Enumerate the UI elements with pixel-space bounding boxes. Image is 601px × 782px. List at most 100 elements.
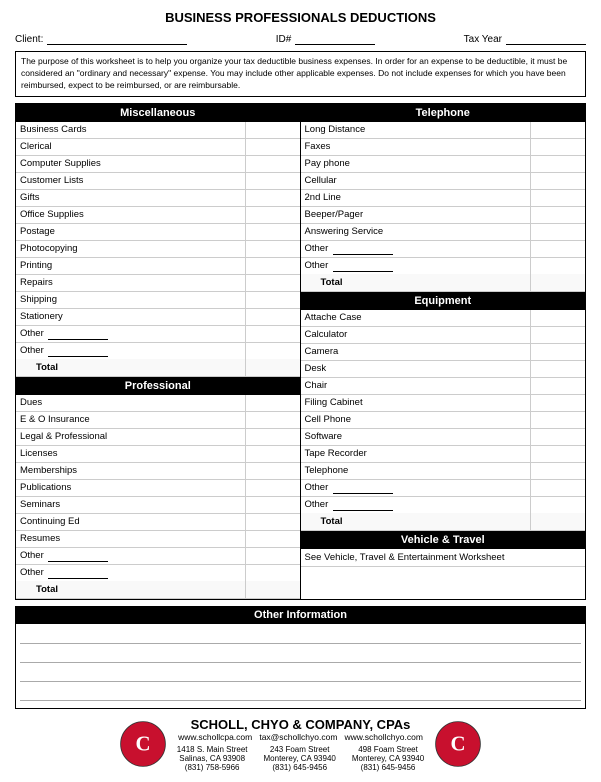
item-value[interactable]	[245, 480, 300, 496]
item-label: Other	[301, 498, 531, 512]
list-item: Stationery	[16, 309, 300, 326]
logo-left: C	[119, 720, 167, 768]
prof-total-value[interactable]	[245, 581, 300, 598]
item-value[interactable]	[245, 531, 300, 547]
item-value[interactable]	[245, 514, 300, 530]
item-value[interactable]	[530, 344, 585, 360]
item-label: Software	[301, 430, 531, 443]
item-value[interactable]	[245, 343, 300, 359]
item-value[interactable]	[530, 327, 585, 343]
other-info-line-1[interactable]	[20, 628, 581, 644]
item-label: Answering Service	[301, 225, 531, 238]
item-value[interactable]	[530, 463, 585, 479]
item-label: Seminars	[16, 498, 245, 511]
item-value[interactable]	[530, 156, 585, 172]
item-value[interactable]	[530, 395, 585, 411]
other-info-lines	[16, 624, 585, 708]
item-value[interactable]	[245, 224, 300, 240]
item-value[interactable]	[245, 156, 300, 172]
other-info-line-3[interactable]	[20, 666, 581, 682]
item-value[interactable]	[245, 258, 300, 274]
item-value[interactable]	[245, 173, 300, 189]
item-label: 2nd Line	[301, 191, 531, 204]
list-item: Dues	[16, 395, 300, 412]
id-value[interactable]	[295, 33, 375, 45]
item-value[interactable]	[530, 480, 585, 496]
item-value[interactable]	[530, 412, 585, 428]
list-item: Beeper/Pager	[301, 207, 586, 224]
item-value[interactable]	[245, 395, 300, 411]
miscellaneous-header: Miscellaneous	[16, 104, 300, 122]
footer-website1: www.schollcpa.com	[178, 732, 252, 742]
other-info-line-2[interactable]	[20, 647, 581, 663]
item-value[interactable]	[530, 361, 585, 377]
item-value[interactable]	[530, 173, 585, 189]
footer-address: 498 Foam StreetMonterey, CA 93940(831) 6…	[352, 745, 424, 772]
equip-total-value[interactable]	[530, 513, 585, 530]
list-item: Camera	[301, 344, 586, 361]
item-value[interactable]	[245, 241, 300, 257]
list-item: 2nd Line	[301, 190, 586, 207]
item-value[interactable]	[245, 429, 300, 445]
item-value[interactable]	[245, 497, 300, 513]
item-value[interactable]	[245, 292, 300, 308]
telephone-header: Telephone	[301, 104, 586, 122]
right-column: Telephone Long DistanceFaxesPay phoneCel…	[301, 104, 586, 599]
item-label: Other	[16, 327, 245, 341]
list-item: Repairs	[16, 275, 300, 292]
item-value[interactable]	[530, 190, 585, 206]
list-item: Other	[16, 326, 300, 343]
logo-right: C	[434, 720, 482, 768]
footer: C SCHOLL, CHYO & COMPANY, CPAs www.schol…	[15, 717, 586, 772]
item-value[interactable]	[530, 258, 585, 274]
item-label: Publications	[16, 481, 245, 494]
list-item: Gifts	[16, 190, 300, 207]
misc-total-value[interactable]	[245, 359, 300, 376]
vehicle-note: See Vehicle, Travel & Entertainment Work…	[301, 549, 586, 567]
item-value[interactable]	[530, 139, 585, 155]
item-value[interactable]	[530, 224, 585, 240]
item-value[interactable]	[530, 378, 585, 394]
item-value[interactable]	[530, 497, 585, 513]
list-item: Other	[301, 480, 586, 497]
footer-websites: www.schollcpa.com tax@schollchyo.com www…	[177, 732, 424, 742]
item-value[interactable]	[530, 429, 585, 445]
addr-phone: (831) 645-9456	[264, 763, 336, 772]
client-field: Client:	[15, 33, 187, 45]
client-value[interactable]	[47, 33, 187, 45]
list-item: Other	[301, 497, 586, 513]
list-item: Faxes	[301, 139, 586, 156]
tel-total-value[interactable]	[530, 274, 585, 291]
item-value[interactable]	[245, 207, 300, 223]
item-value[interactable]	[530, 122, 585, 138]
item-value[interactable]	[530, 446, 585, 462]
list-item: Licenses	[16, 446, 300, 463]
list-item: Pay phone	[301, 156, 586, 173]
item-label: Camera	[301, 345, 531, 358]
item-value[interactable]	[245, 548, 300, 564]
item-value[interactable]	[245, 275, 300, 291]
list-item: Software	[301, 429, 586, 446]
item-value[interactable]	[245, 565, 300, 581]
footer-text: SCHOLL, CHYO & COMPANY, CPAs www.schollc…	[177, 717, 424, 772]
addr-phone: (831) 645-9456	[352, 763, 424, 772]
list-item: Telephone	[301, 463, 586, 480]
addr-city: Monterey, CA 93940	[264, 754, 336, 763]
taxyear-value[interactable]	[506, 33, 586, 45]
item-value[interactable]	[245, 412, 300, 428]
item-value[interactable]	[245, 446, 300, 462]
item-value[interactable]	[530, 207, 585, 223]
item-value[interactable]	[530, 310, 585, 326]
item-value[interactable]	[245, 139, 300, 155]
addr-city: Monterey, CA 93940	[352, 754, 424, 763]
item-value[interactable]	[245, 190, 300, 206]
item-value[interactable]	[245, 309, 300, 325]
item-value[interactable]	[530, 241, 585, 257]
item-value[interactable]	[245, 122, 300, 138]
id-label: ID#	[276, 34, 292, 45]
item-value[interactable]	[245, 326, 300, 342]
item-value[interactable]	[245, 463, 300, 479]
addr-street: 1418 S. Main Street	[177, 745, 248, 754]
main-grid: Miscellaneous Business CardsClericalComp…	[15, 103, 586, 600]
other-info-line-4[interactable]	[20, 685, 581, 701]
